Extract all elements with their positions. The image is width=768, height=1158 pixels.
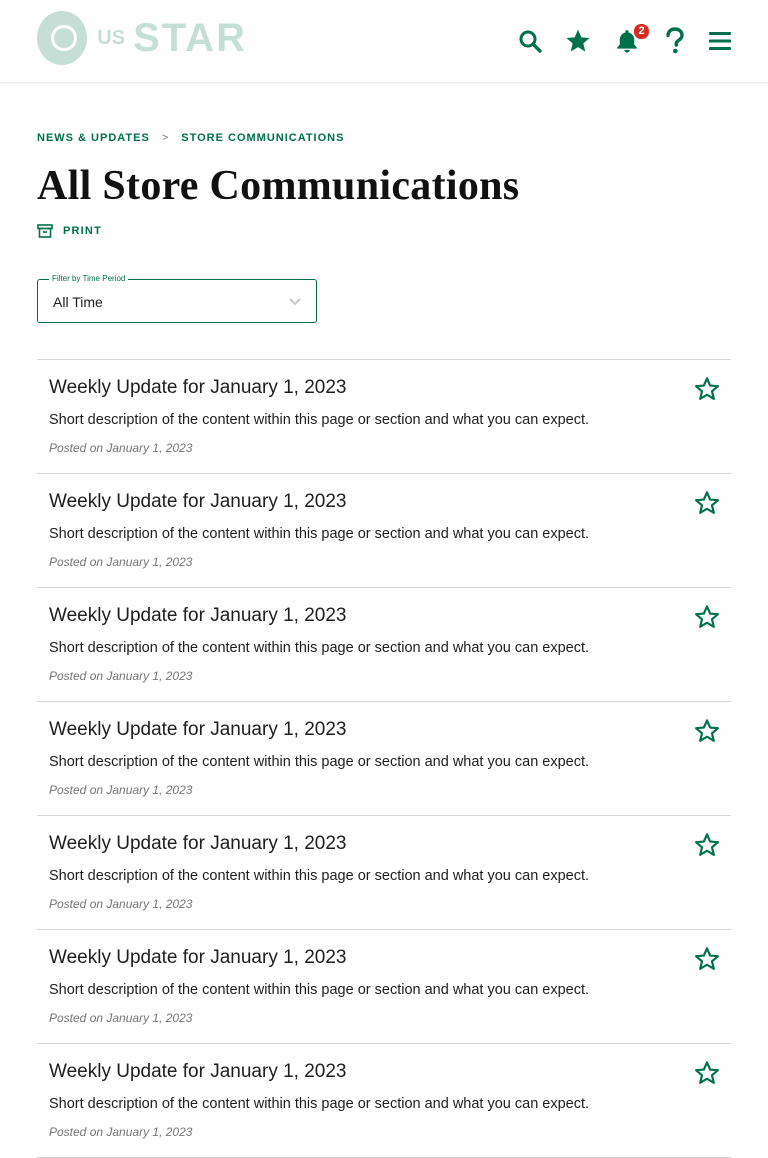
print-button[interactable]: PRINT [37,224,102,238]
favorite-star-icon[interactable] [694,1060,720,1086]
item-posted-date: Posted on January 1, 2023 [49,669,193,683]
page-title: All Store Communications [37,163,520,209]
list-item: Weekly Update for January 1, 2023 Short … [37,816,731,930]
item-posted-date: Posted on January 1, 2023 [49,897,193,911]
item-posted-date: Posted on January 1, 2023 [49,783,193,797]
list-item: Weekly Update for January 1, 2023 Short … [37,588,731,702]
menu-icon[interactable] [703,24,737,58]
chevron-down-icon [289,298,301,306]
item-posted-date: Posted on January 1, 2023 [49,1125,193,1139]
logo-name: STAR [133,15,247,60]
filter-value: All Time [53,294,103,310]
print-label: PRINT [63,225,102,237]
item-posted-date: Posted on January 1, 2023 [49,1011,193,1025]
item-title[interactable]: Weekly Update for January 1, 2023 [49,605,347,627]
help-icon[interactable] [658,24,692,58]
time-period-filter-select[interactable]: Filter by Time Period All Time [37,274,317,323]
logo-mark [37,11,88,65]
item-title[interactable]: Weekly Update for January 1, 2023 [49,833,347,855]
list-item: Weekly Update for January 1, 2023 Short … [37,930,731,1044]
item-title[interactable]: Weekly Update for January 1, 2023 [49,377,347,399]
top-navigation-bar: US STAR 2 [0,0,768,83]
item-posted-date: Posted on January 1, 2023 [49,555,193,569]
favorite-star-icon[interactable] [694,604,720,630]
breadcrumb-separator: > [161,132,170,144]
breadcrumb-news-updates[interactable]: NEWS & UPDATES [37,132,150,144]
favorite-star-icon[interactable] [694,718,720,744]
breadcrumb: NEWS & UPDATES > STORE COMMUNICATIONS [37,132,344,144]
item-description: Short description of the content within … [49,526,590,542]
list-item: Weekly Update for January 1, 2023 Short … [37,1044,731,1158]
item-title[interactable]: Weekly Update for January 1, 2023 [49,719,347,741]
logo-wordmark: US STAR [97,16,247,61]
item-description: Short description of the content within … [49,982,590,998]
favorite-star-icon[interactable] [694,946,720,972]
print-icon [37,224,53,238]
list-item: Weekly Update for January 1, 2023 Short … [37,360,731,474]
item-title[interactable]: Weekly Update for January 1, 2023 [49,947,347,969]
filter-label: Filter by Time Period [49,274,129,284]
breadcrumb-store-communications[interactable]: STORE COMMUNICATIONS [181,132,344,144]
favorite-star-icon[interactable] [694,490,720,516]
notification-badge: 2 [633,23,650,40]
item-title[interactable]: Weekly Update for January 1, 2023 [49,491,347,513]
item-description: Short description of the content within … [49,754,590,770]
item-description: Short description of the content within … [49,640,590,656]
item-description: Short description of the content within … [49,1096,590,1112]
logo[interactable]: US STAR [37,11,247,65]
logo-prefix: US [97,26,126,49]
star-icon[interactable] [561,24,595,58]
communications-list: Weekly Update for January 1, 2023 Short … [37,359,731,1158]
list-item: Weekly Update for January 1, 2023 Short … [37,474,731,588]
item-description: Short description of the content within … [49,412,590,428]
bell-icon[interactable]: 2 [610,23,650,58]
item-posted-date: Posted on January 1, 2023 [49,441,193,455]
item-title[interactable]: Weekly Update for January 1, 2023 [49,1061,347,1083]
favorite-star-icon[interactable] [694,376,720,402]
search-icon[interactable] [513,24,547,58]
list-item: Weekly Update for January 1, 2023 Short … [37,702,731,816]
favorite-star-icon[interactable] [694,832,720,858]
item-description: Short description of the content within … [49,868,590,884]
